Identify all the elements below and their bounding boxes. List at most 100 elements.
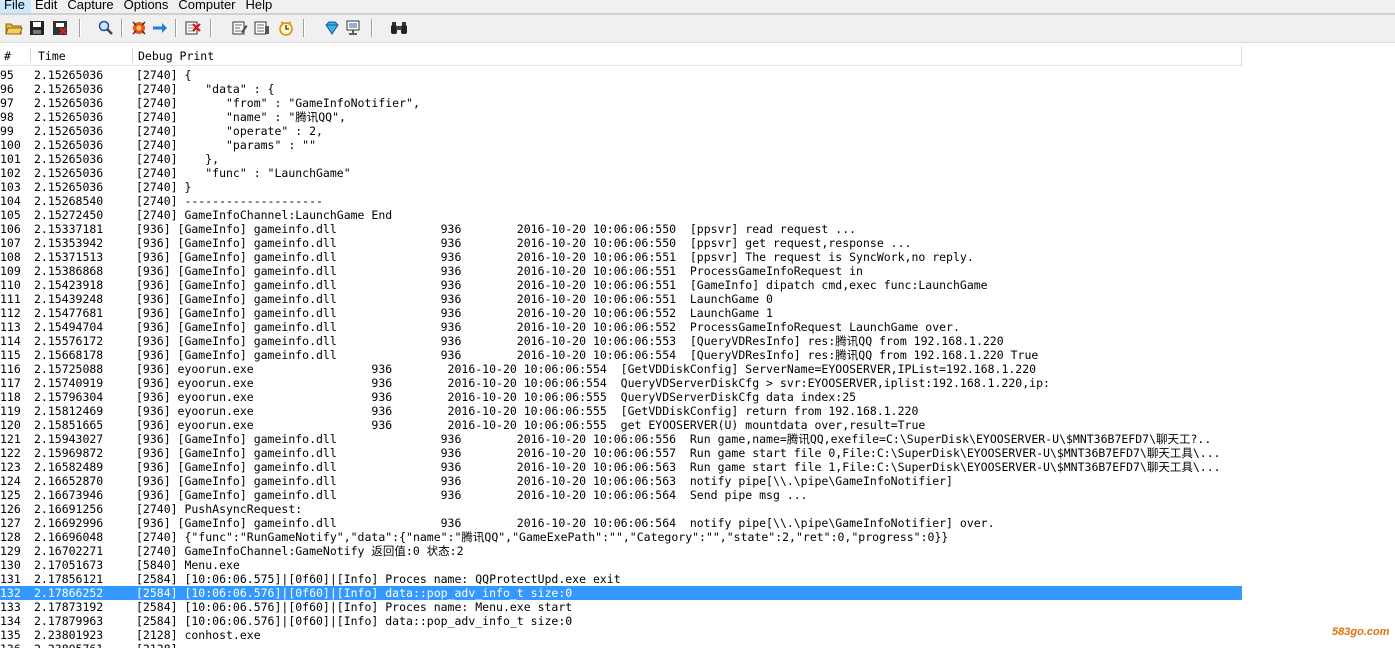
log-row[interactable]: 126 2.16691256 [2740] PushAsyncRequest: [0, 502, 1242, 516]
log-row[interactable]: 135 2.23801923 [2128] conhost.exe [0, 628, 1242, 642]
log-row[interactable]: 118 2.15796304 [936] eyoorun.exe 936 2016-… [0, 390, 1242, 404]
log-row[interactable]: 130 2.17051673 [5840] Menu.exe [0, 558, 1242, 572]
column-header: # Time Debug Print [0, 46, 1242, 65]
log-row[interactable]: 96 2.15265036 [2740] "data" : { [0, 82, 1242, 96]
log-row[interactable]: 107 2.15353942 [936] [GameInfo] gameinfo.d… [0, 236, 1242, 250]
log-row-debug-print: [936] [GameInfo] gameinfo.dll 936 2016-1… [136, 292, 773, 306]
find-next-button[interactable] [389, 18, 409, 38]
log-row[interactable]: 104 2.15268540 [2740] -------------------- [0, 194, 1242, 208]
autoscroll-button[interactable] [150, 18, 170, 38]
find-button[interactable] [96, 18, 116, 38]
highlight-button[interactable] [252, 18, 272, 38]
computer-button[interactable] [343, 18, 363, 38]
log-row-time: 2.15265036 [34, 166, 104, 180]
log-row-number: 113 [0, 320, 21, 334]
log-row-time: 2.15268540 [34, 194, 104, 208]
menu-computer[interactable]: Computer [174, 0, 241, 13]
menu-options[interactable]: Options [120, 0, 175, 13]
column-divider[interactable] [132, 48, 133, 63]
log-row-number: 101 [0, 152, 21, 166]
column-divider[interactable] [30, 48, 31, 63]
log-row-time: 2.23805761 [34, 642, 103, 648]
log-row-debug-print: [936] [GameInfo] gameinfo.dll 936 2016-1… [136, 306, 773, 320]
log-row-time: 2.16582489 [34, 460, 104, 474]
log-row-time: 2.16692996 [34, 516, 104, 530]
log-row[interactable]: 100 2.15265036 [2740] "params" : "" [0, 138, 1242, 152]
log-row[interactable]: 112 2.15477681 [936] [GameInfo] gameinfo.d… [0, 306, 1242, 320]
log-row[interactable]: 113 2.15494704 [936] [GameInfo] gameinfo.d… [0, 320, 1242, 334]
log-boot-icon [53, 21, 67, 35]
log-row[interactable]: 103 2.15265036 [2740] } [0, 180, 1242, 194]
log-row[interactable]: 134 2.17879963 [2584] [10:06:06.576]|[0f60… [0, 614, 1242, 628]
log-row-number: 131 [0, 572, 21, 586]
log-row[interactable]: 127 2.16692996 [936] [GameInfo] gameinfo.d… [0, 516, 1242, 530]
log-row[interactable]: 108 2.15371513 [936] [GameInfo] gameinfo.d… [0, 250, 1242, 264]
column-header-debug-print[interactable]: Debug Print [138, 48, 214, 64]
log-boot-button[interactable] [50, 18, 70, 38]
log-row[interactable]: 117 2.15740919 [936] eyoorun.exe 936 2016-… [0, 376, 1242, 390]
menu-file[interactable]: File [0, 0, 31, 13]
log-row-time: 2.15386868 [34, 264, 104, 278]
log-row-number: 128 [0, 530, 21, 544]
open-folder-icon [5, 23, 23, 35]
log-row[interactable]: 101 2.15265036 [2740] }, [0, 152, 1242, 166]
log-row[interactable]: 123 2.16582489 [936] [GameInfo] gameinfo.d… [0, 460, 1242, 474]
log-row[interactable]: 95 2.15265036 [2740] { [0, 68, 1242, 82]
log-row[interactable]: 99 2.15265036 [2740] "operate" : 2, [0, 124, 1242, 138]
log-row[interactable]: 128 2.16696048 [2740] {"func":"RunGameNoti… [0, 530, 1242, 544]
autoscroll-arrow-icon [153, 23, 167, 33]
clear-display-button[interactable] [183, 18, 203, 38]
log-row[interactable]: 121 2.15943027 [936] [GameInfo] gameinfo.d… [0, 432, 1242, 446]
log-row[interactable]: 133 2.17873192 [2584] [10:06:06.576]|[0f60… [0, 600, 1242, 614]
log-row[interactable]: 129 2.16702271 [2740] GameInfoChannel:Game… [0, 544, 1242, 558]
log-row-debug-print: [2740] { [136, 68, 192, 82]
clear-display-icon [185, 21, 201, 35]
log-row-number: 99 [0, 124, 14, 138]
log-row-debug-print: [936] eyoorun.exe 936 2016-10-20 10:06:0… [136, 376, 1050, 390]
log-row-debug-print: [936] eyoorun.exe 936 2016-10-20 10:06:0… [136, 404, 919, 418]
open-button[interactable] [4, 18, 24, 38]
filter-button[interactable] [230, 18, 250, 38]
log-row-time: 2.15494704 [34, 320, 104, 334]
log-row[interactable]: 102 2.15265036 [2740] "func" : "LaunchGame… [0, 166, 1242, 180]
log-row[interactable]: 109 2.15386868 [936] [GameInfo] gameinfo.d… [0, 264, 1242, 278]
save-button[interactable] [27, 18, 47, 38]
log-row-debug-print: [936] [GameInfo] gameinfo.dll 936 2016-1… [136, 264, 863, 278]
log-row-debug-print: [2740] "name" : "腾讯QQ", [136, 110, 346, 124]
capture-button[interactable] [129, 18, 149, 38]
log-row-debug-print: [2740] -------------------- [136, 194, 323, 208]
menu-capture[interactable]: Capture [63, 0, 119, 13]
log-row-number: 112 [0, 306, 21, 320]
log-row[interactable]: 131 2.17856121 [2584] [10:06:06.575]|[0f60… [0, 572, 1242, 586]
log-row[interactable]: 106 2.15337181 [936] [GameInfo] gameinfo.d… [0, 222, 1242, 236]
capture-kernel-button[interactable] [322, 18, 342, 38]
log-row-number: 108 [0, 250, 21, 264]
log-row-selected[interactable]: 132 2.17866252 [2584] [10:06:06.576]|[0f60… [0, 586, 1242, 600]
log-row[interactable]: 105 2.15272450 [2740] GameInfoChannel:Laun… [0, 208, 1242, 222]
log-row-number: 133 [0, 600, 21, 614]
menu-help[interactable]: Help [242, 0, 279, 13]
log-row[interactable]: 115 2.15668178 [936] [GameInfo] gameinfo.d… [0, 348, 1242, 362]
log-row[interactable]: 116 2.15725088 [936] eyoorun.exe 936 2016-… [0, 362, 1242, 376]
log-row[interactable]: 97 2.15265036 [2740] "from" : "GameInfoNot… [0, 96, 1242, 110]
log-row[interactable]: 110 2.15423918 [936] [GameInfo] gameinfo.d… [0, 278, 1242, 292]
log-row-time: 2.15265036 [34, 124, 104, 138]
log-row[interactable]: 120 2.15851665 [936] eyoorun.exe 936 2016-… [0, 418, 1242, 432]
log-row[interactable]: 136 2.23805761 [2128] ... [0, 642, 1242, 648]
log-row[interactable]: 124 2.16652870 [936] [GameInfo] gameinfo.d… [0, 474, 1242, 488]
column-header-time[interactable]: Time [38, 48, 66, 64]
log-row[interactable]: 119 2.15812469 [936] eyoorun.exe 936 2016-… [0, 404, 1242, 418]
log-row-number: 100 [0, 138, 21, 152]
log-row-number: 102 [0, 166, 21, 180]
log-row[interactable]: 98 2.15265036 [2740] "name" : "腾讯QQ", [0, 110, 1242, 124]
clock-button[interactable] [276, 18, 296, 38]
log-row[interactable]: 114 2.15576172 [936] [GameInfo] gameinfo.d… [0, 334, 1242, 348]
log-row[interactable]: 125 2.16673946 [936] [GameInfo] gameinfo.d… [0, 488, 1242, 502]
log-row-number: 127 [0, 516, 21, 530]
diamond-icon [325, 21, 339, 35]
menu-edit[interactable]: Edit [31, 0, 63, 13]
log-row[interactable]: 111 2.15439248 [936] [GameInfo] gameinfo.d… [0, 292, 1242, 306]
log-row[interactable]: 122 2.15969872 [936] [GameInfo] gameinfo.d… [0, 446, 1242, 460]
column-header-number[interactable]: # [4, 48, 11, 64]
toolbar-separator [121, 19, 123, 37]
